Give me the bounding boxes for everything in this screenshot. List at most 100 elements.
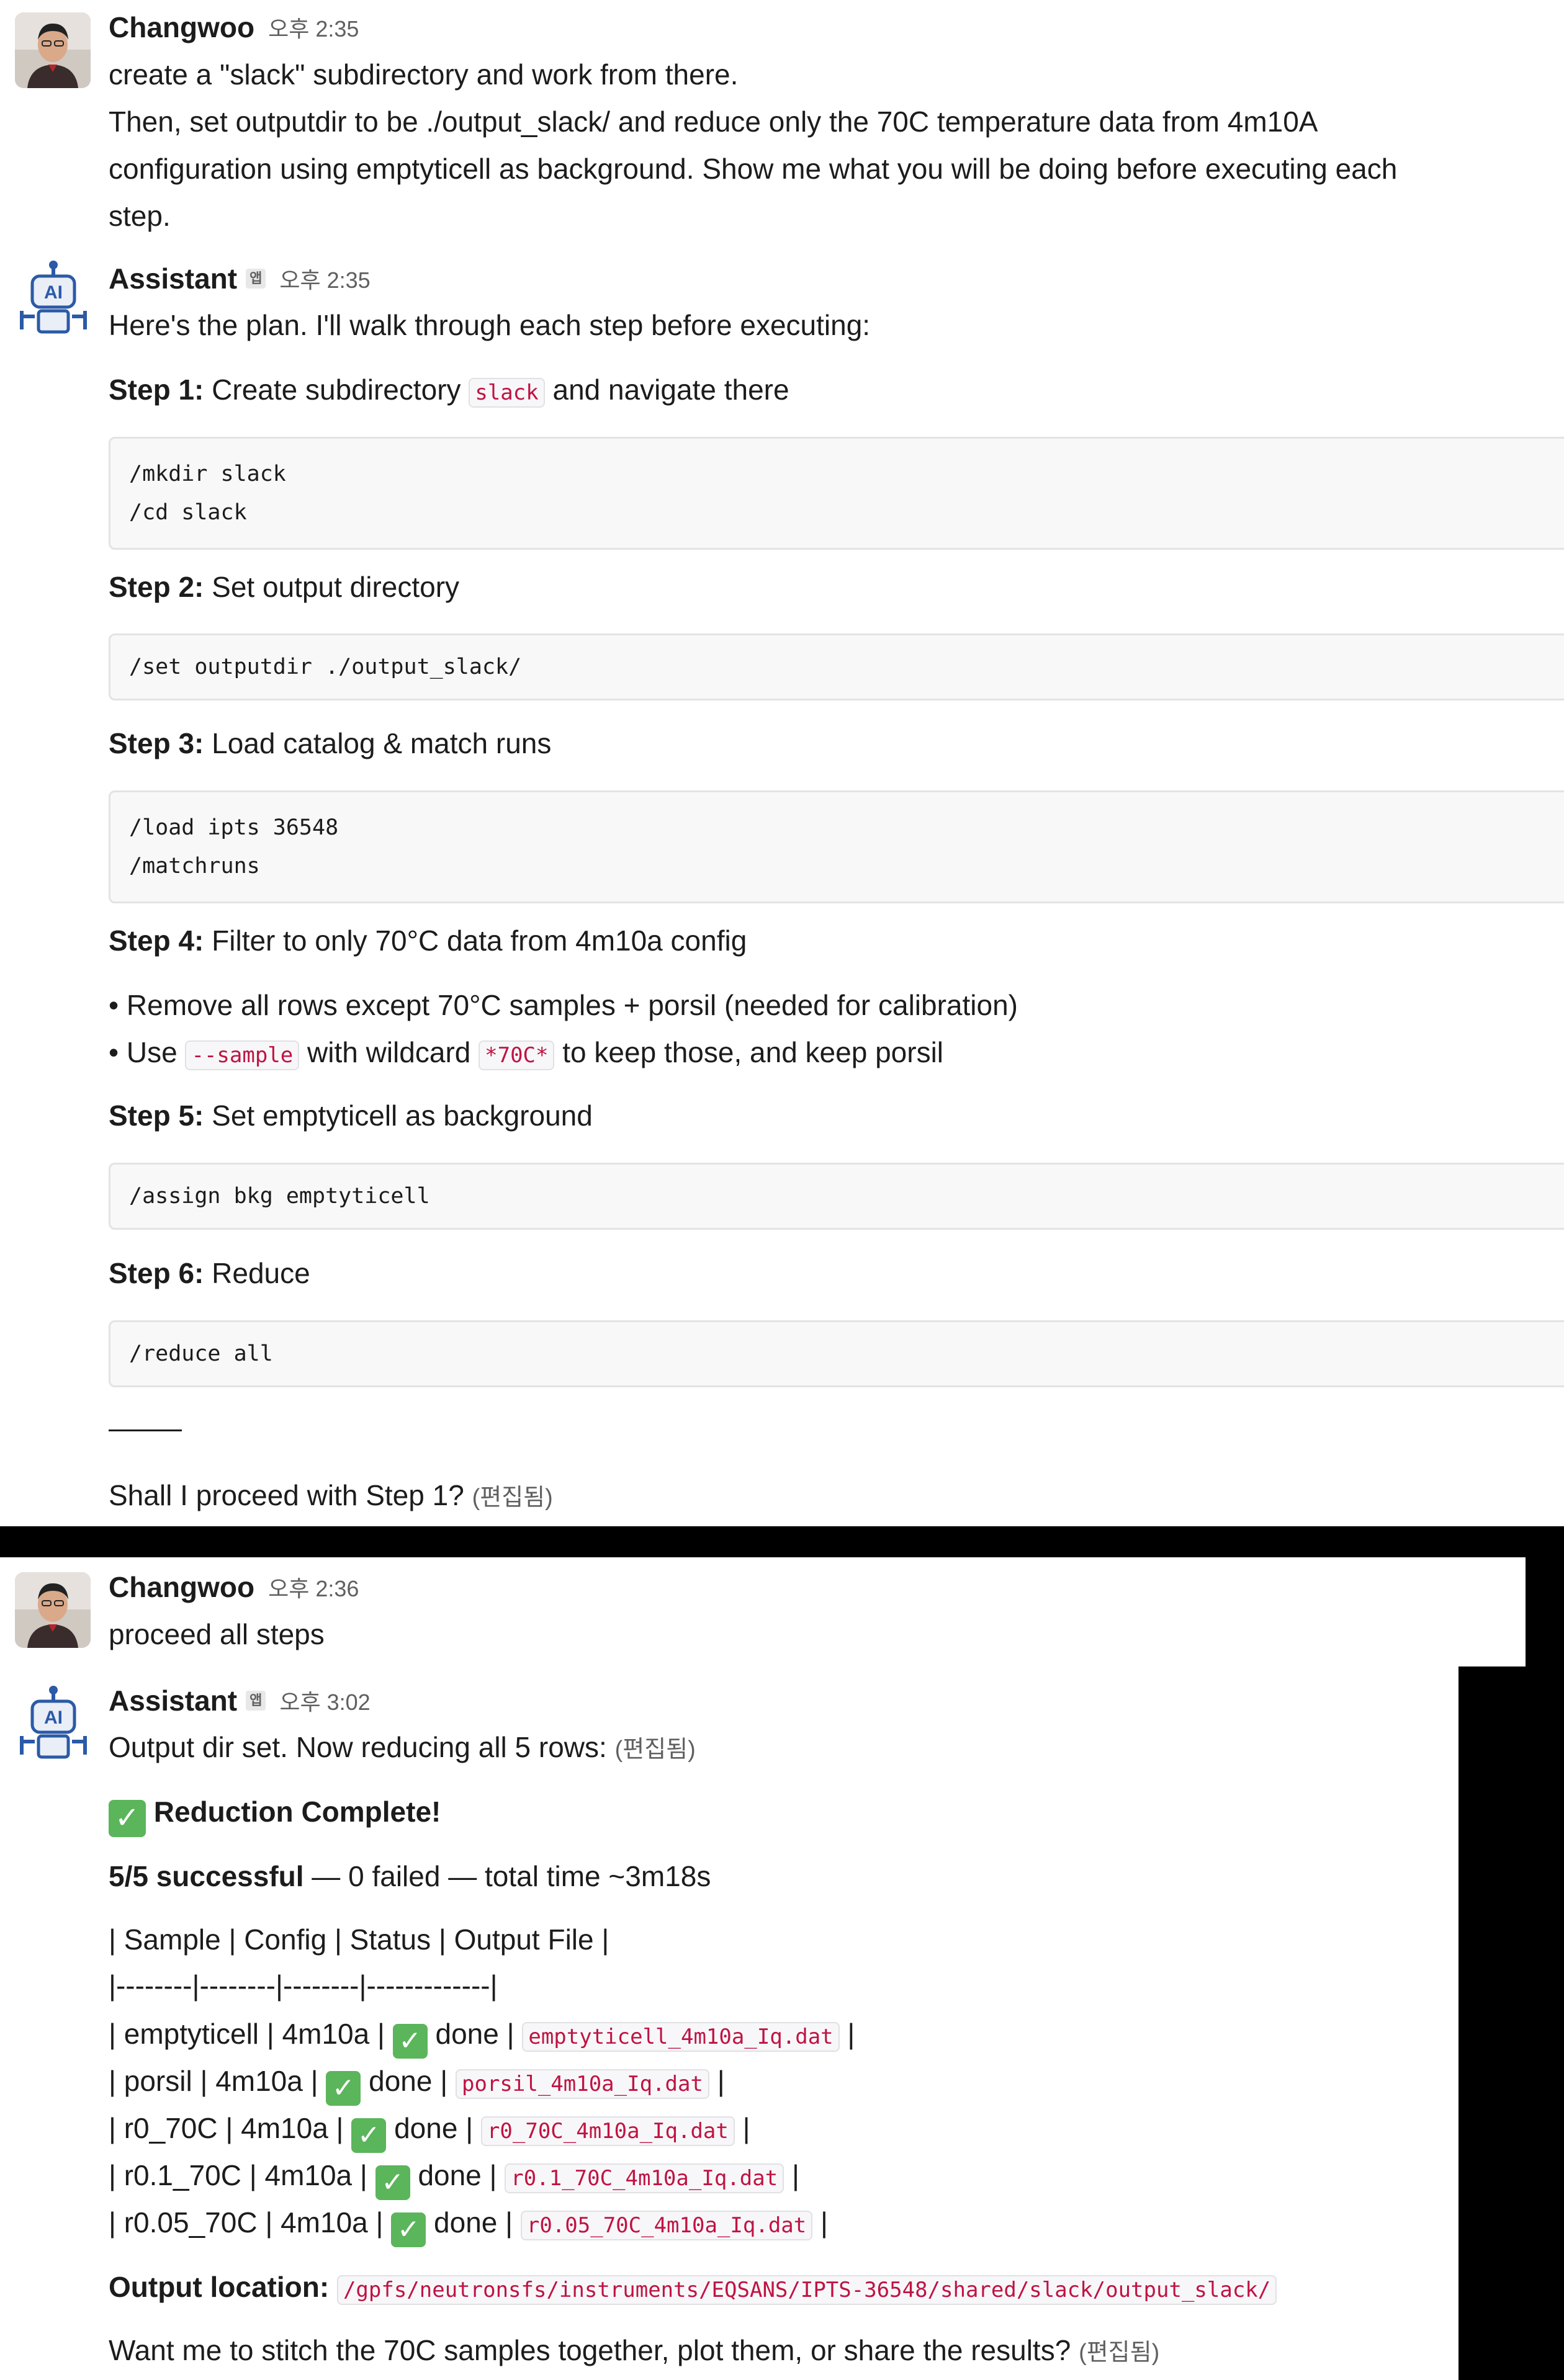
cell-file: porsil_4m10a_Iq.dat bbox=[456, 2069, 709, 2099]
inline-code: *70C* bbox=[479, 1040, 555, 1070]
cell-config: 4m10a bbox=[281, 2206, 368, 2239]
separator-band bbox=[1526, 1557, 1564, 1666]
user-photo bbox=[15, 1572, 91, 1648]
cell-status: done bbox=[369, 2065, 433, 2097]
step-label: Step 1: bbox=[109, 374, 204, 406]
step-label: Step 3: bbox=[109, 727, 204, 759]
message-body: create a "slack" subdirectory and work f… bbox=[109, 51, 1397, 239]
cell-status: done bbox=[418, 2159, 482, 2191]
step-5-heading: Step 5: Set emptyticell as background bbox=[109, 1092, 593, 1139]
step-3-heading: Step 3: Load catalog & match runs bbox=[109, 720, 551, 767]
message-line: Then, set outputdir to be ./output_slack… bbox=[109, 105, 1318, 138]
separator-band bbox=[1458, 1666, 1564, 2380]
timestamp[interactable]: 오후 2:35 bbox=[279, 262, 370, 295]
bullet-dot: • bbox=[109, 989, 127, 1021]
step-text: Set emptyticell as background bbox=[212, 1099, 593, 1132]
cell-status: done bbox=[434, 2206, 498, 2239]
app-badge: 앱 bbox=[246, 269, 266, 289]
table-row: | emptyticell | 4m10a | ✓ done | emptyti… bbox=[109, 2010, 855, 2060]
check-icon: ✓ bbox=[326, 2071, 361, 2106]
edited-label: (편집됨) bbox=[1079, 2340, 1160, 2366]
bullet-text: Use bbox=[126, 1036, 178, 1068]
intro-text: Output dir set. Now reducing all 5 rows: bbox=[109, 1731, 607, 1763]
reduce-intro: Output dir set. Now reducing all 5 rows:… bbox=[109, 1724, 696, 1773]
cell-file: r0.1_70C_4m10a_Iq.dat bbox=[505, 2163, 784, 2193]
plan-intro: Here's the plan. I'll walk through each … bbox=[109, 309, 871, 341]
cell-sample: r0.1_70C bbox=[124, 2159, 241, 2191]
cell-sample: porsil bbox=[124, 2065, 192, 2097]
output-location: Output location: /gpfs/neutronsfs/instru… bbox=[109, 2263, 1277, 2314]
inline-code: slack bbox=[469, 378, 545, 408]
cell-config: 4m10a bbox=[264, 2159, 353, 2191]
app-badge: 앱 bbox=[246, 1691, 266, 1711]
cell-config: 4m10a bbox=[241, 2112, 328, 2144]
code-block: /assign bkg emptyticell bbox=[109, 1163, 1564, 1230]
check-icon: ✓ bbox=[392, 2024, 428, 2059]
step-text: Set output directory bbox=[212, 571, 460, 603]
cell-sample: emptyticell bbox=[124, 2018, 259, 2050]
check-icon: ✓ bbox=[391, 2212, 426, 2247]
table-row: | r0_70C | 4m10a | ✓ done | r0_70C_4m10a… bbox=[109, 2105, 750, 2155]
timestamp[interactable]: 오후 3:02 bbox=[279, 1684, 370, 1717]
closing: Want me to stitch the 70C samples togeth… bbox=[109, 2327, 1159, 2376]
step-2-heading: Step 2: Set output directory bbox=[109, 563, 459, 611]
inline-code: --sample bbox=[185, 1040, 300, 1070]
check-icon: ✓ bbox=[375, 2165, 410, 2200]
complete-text: Reduction Complete! bbox=[153, 1796, 441, 1828]
author-name[interactable]: Changwoo bbox=[109, 11, 254, 44]
timestamp[interactable]: 오후 2:36 bbox=[268, 1571, 359, 1603]
bullet-dot: • bbox=[109, 1036, 127, 1068]
cell-sample: r0.05_70C bbox=[124, 2206, 258, 2239]
step-text: Filter to only 70°C data from 4m10a conf… bbox=[212, 924, 747, 957]
avatar[interactable] bbox=[15, 12, 91, 88]
message-line: configuration using emptyticell as backg… bbox=[109, 153, 1398, 185]
summary: 5/5 successful — 0 failed — total time ~… bbox=[109, 1853, 711, 1900]
cell-file: emptyticell_4m10a_Iq.dat bbox=[522, 2022, 840, 2052]
summary-rest: — 0 failed — total time ~3m18s bbox=[303, 1860, 711, 1892]
bullet-text: Remove all rows except 70°C samples + po… bbox=[126, 989, 1018, 1021]
message-body: proceed all steps bbox=[109, 1618, 325, 1650]
step-label: Step 6: bbox=[109, 1257, 204, 1289]
bullet-text: to keep those, and keep porsil bbox=[562, 1036, 944, 1068]
cell-status: done bbox=[435, 2018, 499, 2050]
code-block: /load ipts 36548 /matchruns bbox=[109, 790, 1564, 903]
avatar[interactable] bbox=[15, 1572, 91, 1648]
step-text: Create subdirectory bbox=[212, 374, 461, 406]
edited-label: (편집됨) bbox=[614, 1737, 696, 1763]
table-row: | r0.1_70C | 4m10a | ✓ done | r0.1_70C_4… bbox=[109, 2152, 799, 2202]
cell-sample: r0_70C bbox=[124, 2112, 218, 2144]
table-row: | r0.05_70C | 4m10a | ✓ done | r0.05_70C… bbox=[109, 2199, 828, 2249]
step-label: Step 4: bbox=[109, 924, 204, 957]
table-row: | porsil | 4m10a | ✓ done | porsil_4m10a… bbox=[109, 2057, 725, 2108]
step-6-heading: Step 6: Reduce bbox=[109, 1250, 310, 1297]
code-block: /mkdir slack /cd slack bbox=[109, 437, 1564, 550]
horizontal-rule bbox=[109, 1429, 182, 1431]
assistant-avatar[interactable]: AI bbox=[14, 1683, 93, 1762]
robot-icon: AI bbox=[20, 261, 87, 334]
table-header: | Sample | Config | Status | Output File… bbox=[109, 1923, 609, 1956]
author-name[interactable]: Changwoo bbox=[109, 1570, 254, 1604]
closing-text: Shall I proceed with Step 1? bbox=[109, 1479, 464, 1511]
edited-label: (편집됨) bbox=[472, 1485, 553, 1511]
cell-file: r0_70C_4m10a_Iq.dat bbox=[480, 2116, 735, 2146]
user-photo bbox=[15, 12, 91, 88]
author-name[interactable]: Assistant bbox=[109, 262, 237, 295]
plan-closing: Shall I proceed with Step 1? (편집됨) bbox=[109, 1472, 553, 1521]
robot-icon: AI bbox=[20, 1686, 87, 1759]
reduction-complete: ✓ Reduction Complete! bbox=[109, 1788, 441, 1837]
closing-text: Want me to stitch the 70C samples togeth… bbox=[109, 2334, 1071, 2366]
author-name[interactable]: Assistant bbox=[109, 1684, 237, 1717]
svg-text:AI: AI bbox=[44, 282, 63, 303]
step-text: and navigate there bbox=[552, 374, 789, 406]
output-label: Output location: bbox=[109, 2271, 330, 2303]
code-block: /reduce all bbox=[109, 1320, 1564, 1387]
assistant-avatar[interactable]: AI bbox=[14, 257, 93, 337]
step-text: Reduce bbox=[212, 1257, 310, 1289]
timestamp[interactable]: 오후 2:35 bbox=[268, 11, 359, 43]
cell-status: done bbox=[394, 2112, 458, 2144]
step-1-heading: Step 1: Create subdirectory slack and na… bbox=[109, 366, 789, 416]
code-block: /set outputdir ./output_slack/ bbox=[109, 633, 1564, 700]
summary-bold: 5/5 successful bbox=[109, 1860, 304, 1892]
bullet-item: • Remove all rows except 70°C samples + … bbox=[109, 982, 1018, 1029]
step-text: Load catalog & match runs bbox=[212, 727, 552, 759]
